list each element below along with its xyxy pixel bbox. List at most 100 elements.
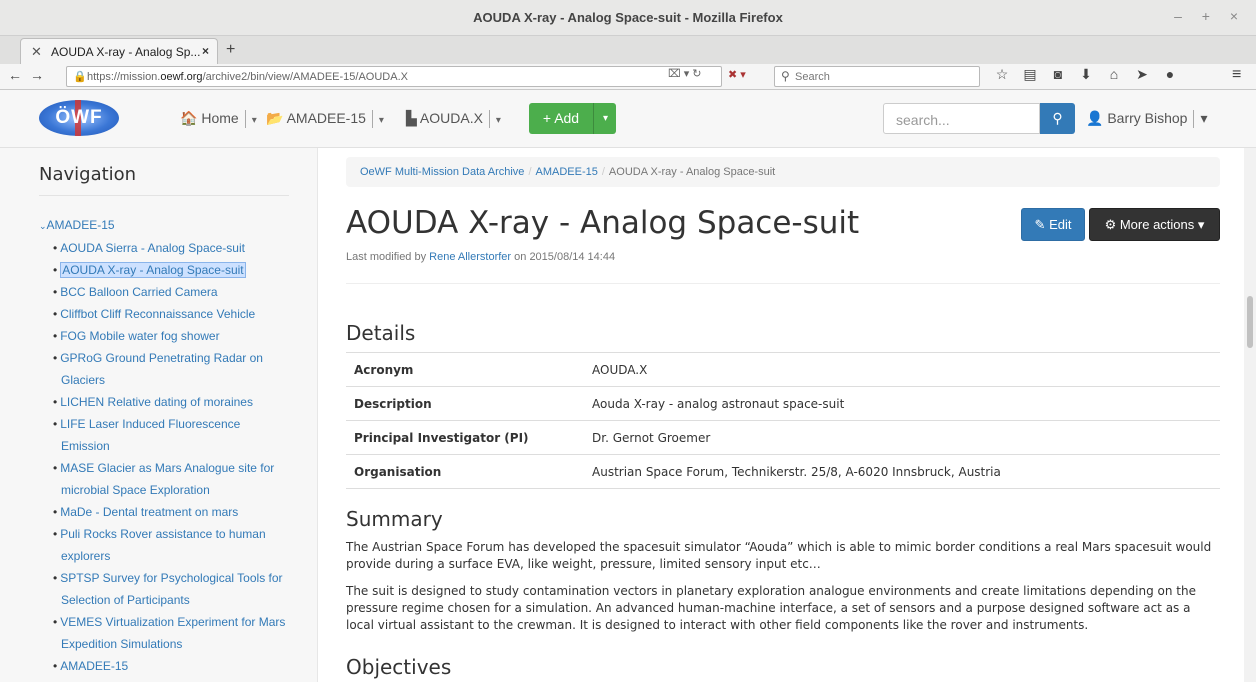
tree-root[interactable]: ⌄AMADEE-15 — [39, 214, 289, 237]
sidebar-item[interactable]: AOUDA X-ray - Analog Space-suit — [53, 259, 289, 281]
page-title: AOUDA X-ray - Analog Space-suit — [346, 205, 860, 241]
edit-label: Edit — [1049, 217, 1072, 232]
caret-down-icon: ▾ — [495, 115, 501, 126]
home-menu-label: Home — [201, 110, 239, 126]
favicon-icon: ✕ — [31, 44, 42, 59]
table-row: Principal Investigator (PI) Dr. Gernot Gr… — [346, 420, 1220, 455]
more-actions-label: More actions — [1119, 217, 1195, 232]
tab-close-icon[interactable]: × — [202, 44, 209, 58]
bookmarks-list-icon[interactable]: ▤ — [1016, 66, 1044, 83]
navigation-tree: ⌄AMADEE-15 AOUDA Sierra - Analog Space-s… — [39, 214, 289, 682]
summary-heading: Summary — [346, 507, 443, 531]
sidebar-item-label: Cliffbot Cliff Reconnaissance Vehicle — [60, 307, 256, 321]
objectives-heading: Objectives — [346, 655, 452, 679]
amadee-menu[interactable]: 📂 AMADEE-15 ▾ — [266, 110, 384, 129]
lock-icon: 🔒 — [73, 71, 87, 83]
bookmark-star-icon[interactable]: ☆ — [988, 66, 1016, 83]
details-heading: Details — [346, 321, 416, 345]
window-titlebar: AOUDA X-ray - Analog Space-suit - Mozill… — [0, 0, 1256, 36]
forward-icon[interactable]: → — [30, 67, 44, 83]
add-dropdown-toggle[interactable]: ▾ — [595, 103, 616, 134]
aouda-menu[interactable]: ▙ AOUDA.X ▾ — [406, 110, 501, 129]
sidebar-item-label: MASE Glacier as Mars Analogue site for m… — [60, 461, 275, 497]
site-navbar: ÖWF 🏠 Home ▾ 📂 AMADEE-15 ▾ ▙ AOUDA.X ▾ + Ad… — [0, 90, 1256, 148]
tree-list: AOUDA Sierra - Analog Space-suit AOUDA X-… — [39, 237, 289, 682]
detail-value: AOUDA.X — [584, 352, 1220, 387]
sidebar-item-label: LIFE Laser Induced Fluorescence Emission — [60, 417, 241, 453]
detail-label: Principal Investigator (PI) — [346, 420, 584, 455]
sidebar-item[interactable]: GPRoG Ground Penetrating Radar on Glacie… — [53, 347, 289, 391]
url-bar[interactable]: 🔒 https://mission.oewf.org/archive2/bin/… — [66, 66, 722, 87]
browser-search-placeholder: Search — [795, 71, 830, 83]
sidebar-item[interactable]: VEMES Virtualization Experiment for Mars… — [53, 611, 289, 655]
browser-search-input[interactable]: ⚲ Search — [774, 66, 980, 87]
site-search-button[interactable]: ⚲ — [1040, 103, 1075, 134]
sidebar-item-label: GPRoG Ground Penetrating Radar on Glacie… — [60, 351, 263, 387]
pocket-icon[interactable]: ◙ — [1044, 66, 1072, 82]
reader-reload-icons[interactable]: ⌧ ▾ ↻ — [668, 67, 702, 80]
sidebar-item[interactable]: MASE Glacier as Mars Analogue site for m… — [53, 457, 289, 501]
sidebar-item[interactable]: SPTSP Survey for Psychological Tools for… — [53, 567, 289, 611]
blocker-icon[interactable]: ✖ ▾ — [728, 68, 746, 81]
folder-icon: 📂 — [266, 110, 284, 126]
more-actions-button[interactable]: ⚙ More actions ▾ — [1089, 208, 1220, 241]
sidebar-item[interactable]: FOG Mobile water fog shower — [53, 325, 289, 347]
divider — [346, 283, 1220, 284]
page-scrollbar[interactable] — [1244, 148, 1256, 682]
sidebar-item[interactable]: LICHEN Relative dating of moraines — [53, 391, 289, 413]
sidebar-item[interactable]: LIFE Laser Induced Fluorescence Emission — [53, 413, 289, 457]
chat-icon[interactable]: ● — [1156, 66, 1184, 82]
sidebar-item-label: BCC Balloon Carried Camera — [60, 285, 218, 299]
site-search-input[interactable]: search... — [883, 103, 1040, 134]
hamburger-menu-icon[interactable]: ≡ — [1232, 66, 1241, 84]
toolbar-icons: ☆ ▤ ◙ ⬇ ⌂ ➤ ● — [988, 66, 1184, 88]
sidebar-item[interactable]: BCC Balloon Carried Camera — [53, 281, 289, 303]
user-icon: 👤 — [1086, 110, 1104, 126]
caret-down-icon: ▾ — [1197, 217, 1205, 232]
browser-tab[interactable]: ✕ AOUDA X-ray - Analog Sp... × — [20, 38, 218, 64]
download-icon[interactable]: ⬇ — [1072, 66, 1100, 83]
site-logo[interactable]: ÖWF — [39, 100, 119, 136]
summary-paragraph: The suit is designed to study contaminat… — [346, 584, 1196, 632]
tab-title: AOUDA X-ray - Analog Sp... — [51, 45, 201, 59]
add-button-main[interactable]: + Add — [529, 103, 594, 134]
add-button[interactable]: + Add ▾ — [529, 103, 616, 134]
chevron-down-icon[interactable]: ⌄ — [39, 221, 47, 231]
sidebar-item-label: SPTSP Survey for Psychological Tools for… — [60, 571, 283, 607]
window-title: AOUDA X-ray - Analog Space-suit - Mozill… — [473, 10, 783, 25]
sidebar-item[interactable]: AMADEE-15 — [53, 655, 289, 677]
breadcrumb-separator: / — [528, 166, 532, 178]
scrollbar-thumb[interactable] — [1247, 296, 1253, 348]
send-icon[interactable]: ➤ — [1128, 66, 1156, 83]
caret-down-icon: ▾ — [251, 115, 257, 126]
new-tab-icon[interactable]: + — [226, 41, 235, 59]
last-modified: Last modified by Rene Allerstorfer on 20… — [346, 251, 616, 263]
user-menu[interactable]: 👤 Barry Bishop ▾ — [1086, 110, 1208, 129]
window-controls[interactable]: – + × — [1174, 8, 1246, 24]
sidebar-divider — [39, 195, 289, 196]
back-icon[interactable]: ← — [8, 67, 22, 83]
sidebar-item[interactable]: Cliffbot Cliff Reconnaissance Vehicle — [53, 303, 289, 325]
sidebar-item[interactable]: MaDe - Dental treatment on mars — [53, 501, 289, 523]
detail-value: Dr. Gernot Groemer — [584, 420, 1220, 455]
aouda-menu-label: AOUDA.X — [419, 110, 483, 126]
author-link[interactable]: Rene Allerstorfer — [429, 251, 511, 263]
home-menu[interactable]: 🏠 Home ▾ — [180, 110, 257, 129]
breadcrumb-separator: / — [601, 166, 605, 178]
sidebar-item[interactable]: WaRiS Weathering of Rocks at the Ice — [53, 677, 289, 682]
sidebar-item-label: AOUDA Sierra - Analog Space-suit — [60, 241, 245, 255]
sidebar-item[interactable]: AOUDA Sierra - Analog Space-suit — [53, 237, 289, 259]
caret-down-icon: ▾ — [378, 115, 384, 126]
detail-label: Organisation — [346, 454, 584, 489]
url-text: https://mission.oewf.org/archive2/bin/vi… — [87, 71, 408, 83]
breadcrumb-item[interactable]: OeWF Multi-Mission Data Archive — [360, 166, 524, 178]
sidebar-item[interactable]: Puli Rocks Rover assistance to human exp… — [53, 523, 289, 567]
home-icon[interactable]: ⌂ — [1100, 66, 1128, 82]
gear-icon: ⚙ — [1104, 217, 1117, 232]
edit-button[interactable]: ✎ Edit — [1021, 208, 1085, 241]
document-icon: ▙ — [406, 110, 417, 126]
search-icon: ⚲ — [781, 69, 790, 83]
sidebar-item-label: MaDe - Dental treatment on mars — [60, 505, 239, 519]
breadcrumb-item[interactable]: AMADEE-15 — [536, 166, 598, 178]
user-name: Barry Bishop — [1107, 110, 1188, 126]
